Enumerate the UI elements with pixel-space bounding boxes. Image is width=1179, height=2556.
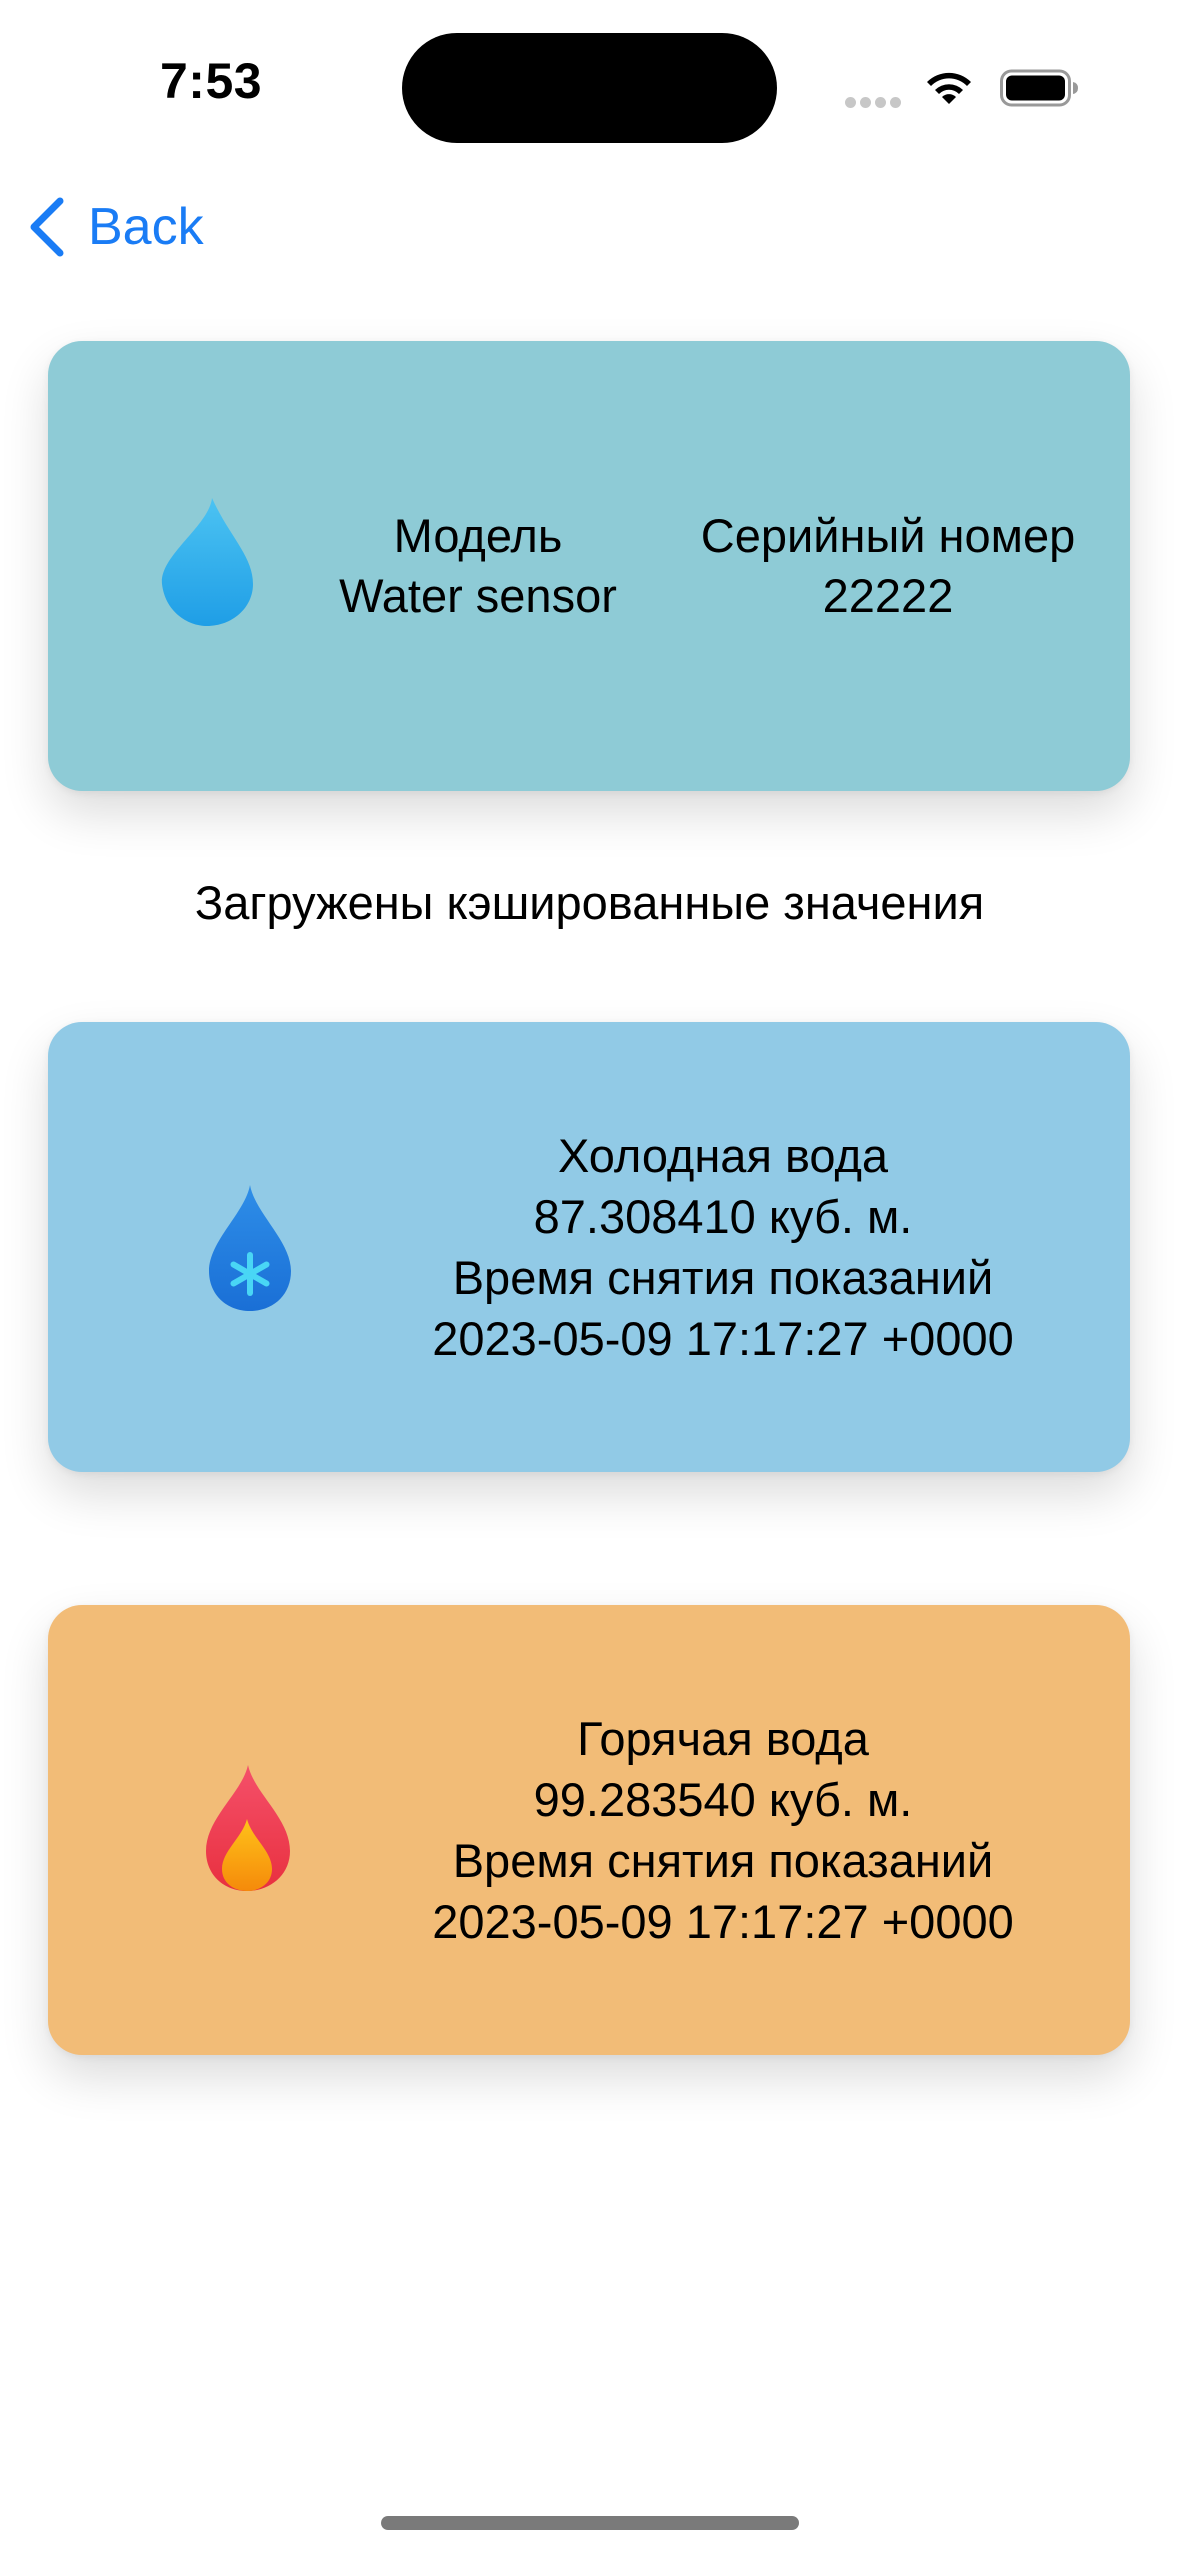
cold-water-timestamp: 2023-05-09 17:17:27 +0000 bbox=[432, 1312, 1014, 1365]
back-label: Back bbox=[88, 198, 204, 256]
cache-status-text: Загружены кэшированные значения bbox=[194, 876, 985, 929]
chevron-left-icon bbox=[30, 197, 64, 257]
hot-water-time-label: Время снятия показаний bbox=[452, 1834, 994, 1887]
water-drop-icon bbox=[161, 498, 253, 626]
serial-info: Серийный номер 22222 bbox=[648, 506, 1128, 626]
cold-water-title: Холодная вода bbox=[557, 1129, 889, 1182]
cold-water-time-label: Время снятия показаний bbox=[452, 1251, 994, 1304]
device-info-card: Модель Water sensor Серийный номер 22222 bbox=[48, 341, 1130, 791]
cold-water-card: Холодная вода 87.308410 куб. м. Время сн… bbox=[48, 1022, 1130, 1472]
dynamic-island bbox=[402, 33, 777, 143]
cellular-signal-icon bbox=[845, 95, 905, 108]
home-indicator[interactable] bbox=[381, 2516, 799, 2530]
hot-water-title: Горячая вода bbox=[577, 1712, 869, 1765]
model-label: Модель bbox=[393, 509, 563, 562]
hot-water-value: 99.283540 куб. м. bbox=[533, 1773, 913, 1826]
model-value: Water sensor bbox=[339, 569, 617, 622]
serial-label: Серийный номер bbox=[700, 509, 1076, 562]
hot-water-card: Горячая вода 99.283540 куб. м. Время сня… bbox=[48, 1605, 1130, 2055]
hot-water-info: Горячая вода 99.283540 куб. м. Время сня… bbox=[318, 1708, 1128, 1952]
status-time: 7:53 bbox=[160, 53, 263, 109]
snowflake-drop-icon bbox=[209, 1185, 291, 1311]
back-button[interactable]: Back bbox=[26, 192, 204, 262]
battery-icon bbox=[1000, 69, 1078, 107]
hot-water-timestamp: 2023-05-09 17:17:27 +0000 bbox=[432, 1895, 1014, 1948]
cold-water-info: Холодная вода 87.308410 куб. м. Время сн… bbox=[318, 1125, 1128, 1369]
cold-water-value: 87.308410 куб. м. bbox=[533, 1190, 913, 1243]
serial-value: 22222 bbox=[822, 569, 954, 622]
flame-icon bbox=[206, 1765, 290, 1891]
wifi-icon bbox=[927, 72, 971, 104]
model-info: Модель Water sensor bbox=[288, 506, 668, 626]
